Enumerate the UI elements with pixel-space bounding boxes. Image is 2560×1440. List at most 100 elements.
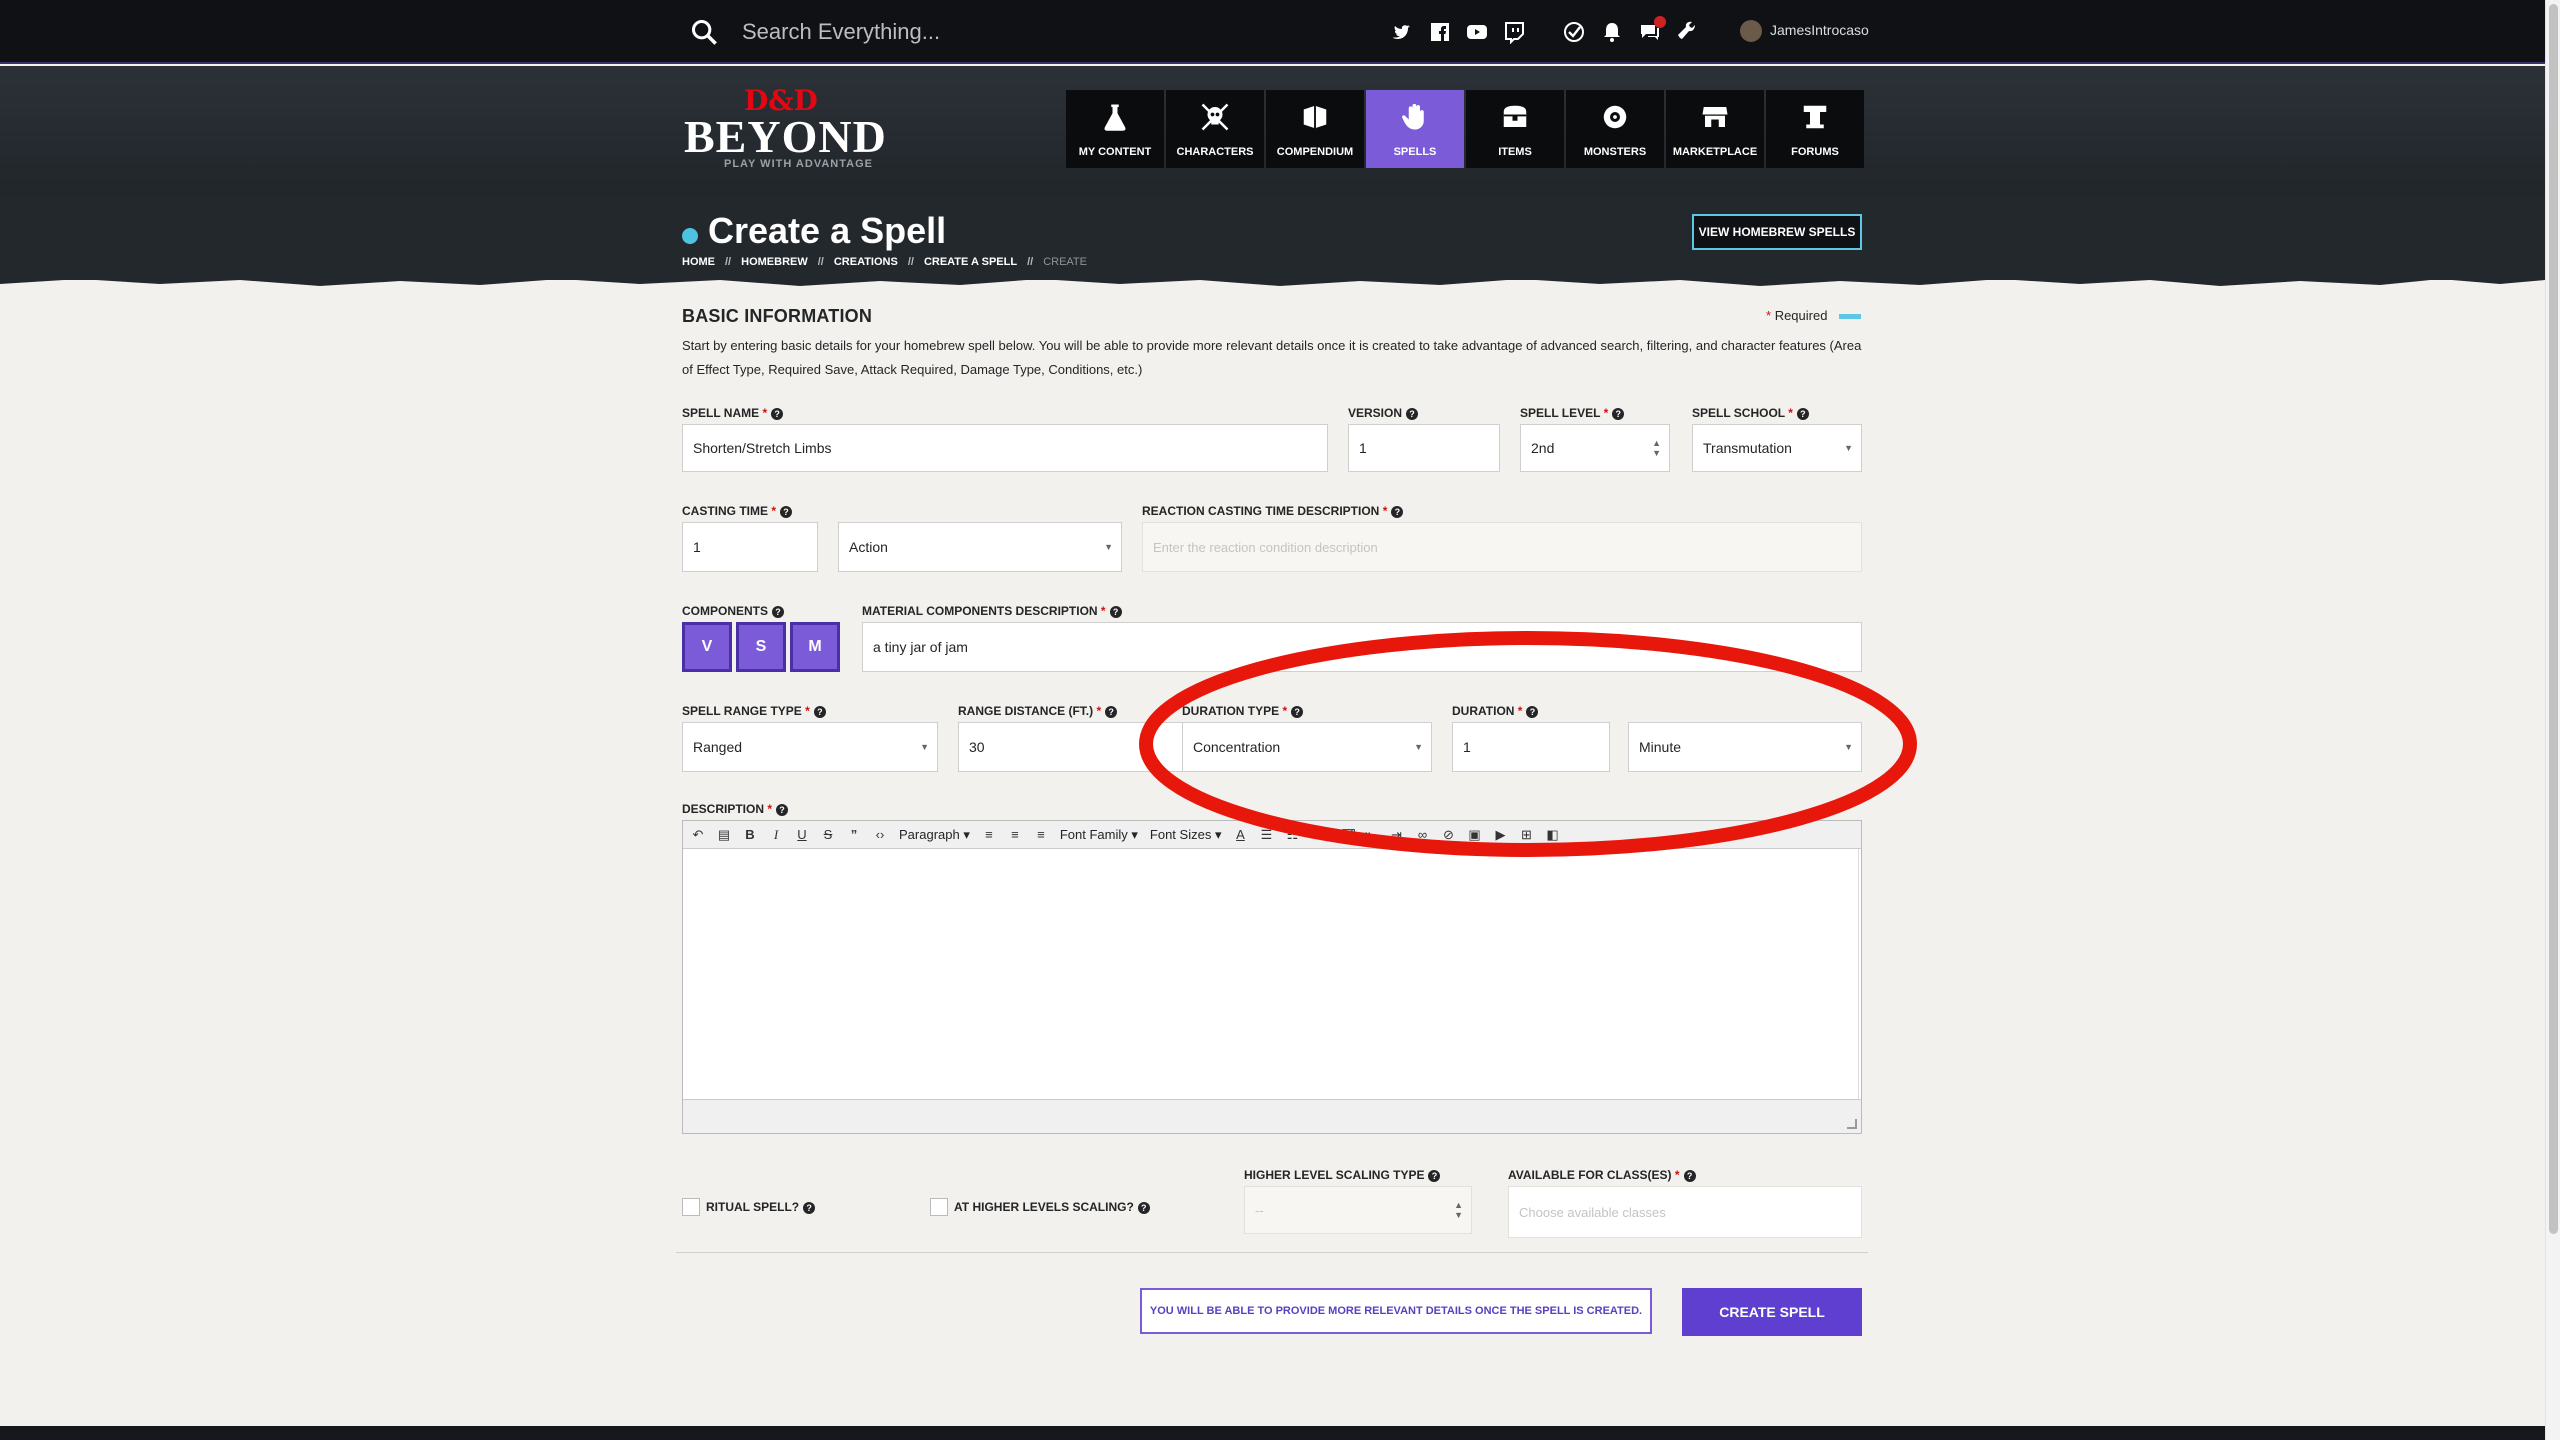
help-icon[interactable]: ? bbox=[1526, 706, 1539, 718]
casting-time-input[interactable]: 1 bbox=[682, 522, 818, 572]
description-textarea[interactable] bbox=[683, 849, 1859, 1103]
chevron-down-icon: ▼ bbox=[1104, 542, 1113, 552]
help-icon[interactable]: ? bbox=[1683, 1170, 1696, 1182]
help-icon[interactable]: ? bbox=[780, 506, 793, 518]
code-icon[interactable]: ‹› bbox=[873, 827, 887, 842]
dnd-beyond-logo[interactable]: D&D BEYOND PLAY WITH ADVANTAGE bbox=[684, 84, 886, 174]
blockquote-icon[interactable]: ” bbox=[847, 827, 861, 842]
table-icon[interactable]: ⊞ bbox=[1519, 827, 1533, 842]
help-icon[interactable]: ? bbox=[1391, 506, 1404, 518]
range-type-select[interactable]: Ranged ▼ bbox=[682, 722, 938, 772]
scrollbar[interactable] bbox=[2545, 0, 2560, 1440]
strikethrough-icon[interactable]: S bbox=[821, 827, 835, 842]
spell-name-input[interactable]: Shorten/Stretch Limbs bbox=[682, 424, 1328, 472]
unlink-icon[interactable]: ⊘ bbox=[1441, 827, 1455, 842]
component-somatic-toggle[interactable]: S bbox=[736, 622, 786, 672]
link-icon[interactable]: ∞ bbox=[1415, 827, 1429, 842]
outdent-icon[interactable]: ⇤ bbox=[1363, 827, 1377, 842]
duration-type-select[interactable]: Concentration ▼ bbox=[1182, 722, 1432, 772]
nav-tab-items[interactable]: ITEMS bbox=[1466, 90, 1564, 168]
help-icon[interactable]: ? bbox=[803, 1202, 816, 1214]
search-icon[interactable] bbox=[690, 18, 718, 46]
numbered-list-icon[interactable]: ☷ bbox=[1285, 827, 1299, 842]
higher-levels-scaling-checkbox[interactable] bbox=[930, 1198, 948, 1216]
clear-format-icon[interactable]: ⌫ bbox=[1337, 827, 1355, 842]
spell-school-select[interactable]: Transmutation ▼ bbox=[1692, 424, 1862, 472]
scaling-type-select[interactable]: -- ▲ ▼ bbox=[1244, 1186, 1472, 1234]
underline-icon[interactable]: U bbox=[795, 827, 809, 842]
twitter-icon[interactable] bbox=[1390, 20, 1414, 44]
ritual-spell-checkbox[interactable] bbox=[682, 1198, 700, 1216]
breadcrumb-create-a-spell[interactable]: CREATE A SPELL bbox=[924, 256, 1017, 268]
version-input[interactable]: 1 bbox=[1348, 424, 1500, 472]
help-icon[interactable]: ? bbox=[776, 804, 789, 816]
help-icon[interactable]: ? bbox=[1291, 706, 1304, 718]
facebook-icon[interactable] bbox=[1428, 20, 1452, 44]
youtube-icon[interactable] bbox=[1465, 20, 1489, 44]
help-icon[interactable]: ? bbox=[1428, 1170, 1441, 1182]
font-sizes-select[interactable]: Font Sizes ▾ bbox=[1150, 827, 1222, 843]
help-icon[interactable]: ? bbox=[772, 606, 785, 618]
nav-tab-monsters[interactable]: MONSTERS bbox=[1566, 90, 1664, 168]
duration-unit-select[interactable]: Minute ▼ bbox=[1628, 722, 1862, 772]
reaction-description-input[interactable]: Enter the reaction condition description bbox=[1142, 522, 1862, 572]
paste-icon[interactable]: ▤ bbox=[717, 827, 731, 842]
required-bar bbox=[1839, 314, 1862, 320]
view-homebrew-spells-button[interactable]: VIEW HOMEBREW SPELLS bbox=[1692, 214, 1862, 250]
bold-icon[interactable]: B bbox=[743, 827, 757, 842]
nav-tab-characters[interactable]: CHARACTERS bbox=[1166, 90, 1264, 168]
material-description-input[interactable]: a tiny jar of jam bbox=[862, 622, 1862, 672]
bullet-list-icon[interactable]: ☰ bbox=[1259, 827, 1273, 842]
font-family-select[interactable]: Font Family ▾ bbox=[1060, 827, 1138, 843]
help-icon[interactable]: ? bbox=[1137, 1202, 1150, 1214]
search-input[interactable] bbox=[742, 14, 1262, 50]
twitch-icon[interactable] bbox=[1502, 20, 1526, 44]
bell-icon[interactable] bbox=[1600, 20, 1624, 44]
help-icon[interactable]: ? bbox=[1612, 408, 1625, 420]
horizontal-rule-icon[interactable]: — bbox=[1311, 827, 1325, 842]
wrench-icon[interactable] bbox=[1675, 20, 1699, 44]
help-icon[interactable]: ? bbox=[1406, 408, 1419, 420]
duration-type-label: DURATION TYPE *? bbox=[1182, 704, 1304, 718]
undo-icon[interactable]: ↶ bbox=[691, 827, 705, 842]
source-code-icon[interactable]: ◧ bbox=[1545, 827, 1559, 842]
indent-icon[interactable]: ⇥ bbox=[1389, 827, 1403, 842]
breadcrumb-creations[interactable]: CREATIONS bbox=[834, 256, 898, 268]
help-icon[interactable]: ? bbox=[1109, 606, 1122, 618]
help-icon[interactable]: ? bbox=[771, 408, 784, 420]
clipboard-check-icon[interactable] bbox=[1562, 20, 1586, 44]
breadcrumb-home[interactable]: HOME bbox=[682, 256, 715, 268]
component-material-toggle[interactable]: M bbox=[790, 622, 840, 672]
help-icon[interactable]: ? bbox=[1105, 706, 1118, 718]
casting-time-unit-select[interactable]: Action ▼ bbox=[838, 522, 1122, 572]
nav-tab-forums[interactable]: FORUMS bbox=[1766, 90, 1864, 168]
format-select[interactable]: Paragraph ▾ bbox=[899, 827, 970, 843]
help-icon[interactable]: ? bbox=[1796, 408, 1809, 420]
nav-tab-my-content[interactable]: MY CONTENT bbox=[1066, 90, 1164, 168]
italic-icon[interactable]: I bbox=[769, 827, 783, 842]
range-distance-input[interactable]: 30 bbox=[958, 722, 1198, 772]
spell-level-select[interactable]: 2nd ▲ ▼ bbox=[1520, 424, 1670, 472]
nav-tab-marketplace[interactable]: MARKETPLACE bbox=[1666, 90, 1764, 168]
video-icon[interactable]: ▶ bbox=[1493, 827, 1507, 842]
chevron-down-icon: ▼ bbox=[1414, 742, 1423, 752]
username[interactable]: JamesIntrocaso bbox=[1770, 22, 1869, 38]
available-classes-input[interactable]: Choose available classes bbox=[1508, 1186, 1862, 1238]
align-left-icon[interactable]: ≡ bbox=[982, 827, 996, 842]
avatar[interactable] bbox=[1740, 20, 1762, 42]
resize-handle-icon[interactable] bbox=[1847, 1119, 1857, 1129]
duration-input[interactable]: 1 bbox=[1452, 722, 1610, 772]
breadcrumb-homebrew[interactable]: HOMEBREW bbox=[741, 256, 808, 268]
nav-tab-label: SPELLS bbox=[1393, 146, 1437, 158]
image-icon[interactable]: ▣ bbox=[1467, 827, 1481, 842]
align-right-icon[interactable]: ≡ bbox=[1034, 827, 1048, 842]
component-verbal-toggle[interactable]: V bbox=[682, 622, 732, 672]
help-icon[interactable]: ? bbox=[813, 706, 826, 718]
breadcrumb: HOME // HOMEBREW // CREATIONS // CREATE … bbox=[682, 256, 1087, 268]
scrollbar-thumb[interactable] bbox=[2549, 4, 2558, 1234]
text-color-icon[interactable]: A bbox=[1233, 827, 1247, 842]
nav-tab-compendium[interactable]: COMPENDIUM bbox=[1266, 90, 1364, 168]
align-center-icon[interactable]: ≡ bbox=[1008, 827, 1022, 842]
create-spell-button[interactable]: CREATE SPELL bbox=[1682, 1288, 1862, 1336]
nav-tab-spells[interactable]: SPELLS bbox=[1366, 90, 1464, 168]
